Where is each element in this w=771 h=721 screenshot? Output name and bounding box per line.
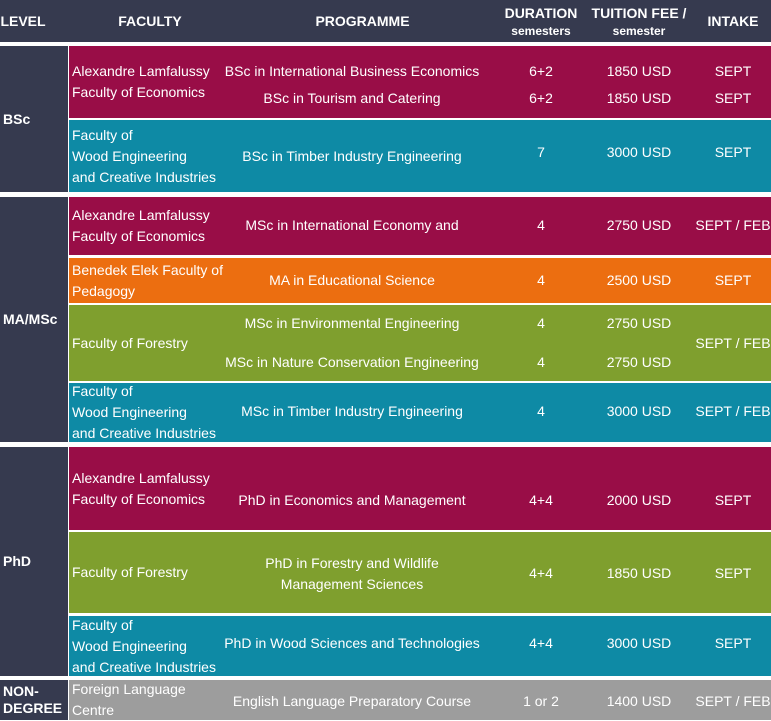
duration-bsc-ibe: 6+2	[529, 63, 553, 79]
duration-phd-em: 4+4	[529, 492, 553, 508]
duration-elpc: 1 or 2	[523, 693, 559, 709]
faculty-economics: Alexandre Lamfalussy Faculty of Economics	[72, 207, 210, 244]
fee-msc-ie: 2750 USD	[606, 217, 672, 233]
intake-phd-wst: SEPT	[714, 635, 752, 651]
header-intake: INTAKE	[707, 12, 759, 29]
intake-msc-tie: SEPT / FEB	[695, 403, 771, 419]
row-non-degree-language: Foreign Language Centre English Language …	[69, 680, 771, 720]
duration-msc-nce: 4	[537, 354, 545, 370]
fee-msc-nce: 2750 USD	[606, 354, 672, 370]
level-ma-msc: MA/MSc	[0, 197, 68, 442]
fee-phd-wst: 3000 USD	[606, 635, 672, 651]
programme-msc-tie: MSc in Timber Industry Engineering	[241, 403, 463, 419]
duration-msc-tie: 4	[537, 403, 545, 419]
level-bsc: BSc	[0, 46, 68, 192]
header-level: LEVEL	[0, 12, 46, 29]
row-bsc-economics: Alexandre Lamfalussy Faculty of Economics…	[69, 46, 771, 118]
header-programme: PROGRAMME	[315, 12, 410, 29]
intake-phd-fw: SEPT	[714, 565, 752, 581]
faculty-wood: Faculty of Wood Engineering and Creative I…	[72, 126, 216, 185]
row-phd-wood: Faculty of Wood Engineering and Creative I…	[69, 616, 771, 676]
intake-bsc-tc: SEPT	[714, 90, 752, 106]
fee-elpc: 1400 USD	[606, 693, 672, 709]
programme-phd-fw: PhD in Forestry and Wildlife Management S…	[265, 555, 439, 592]
level-non-degree: NON- DEGREE	[0, 680, 68, 720]
fee-msc-env: 2750 USD	[606, 315, 672, 331]
fee-phd-fw: 1850 USD	[606, 565, 672, 581]
duration-msc-ie: 4	[537, 217, 545, 233]
row-msc-economics: Alexandre Lamfalussy Faculty of Economics…	[69, 197, 771, 255]
programme-msc-env: MSc in Environmental Engineering	[244, 315, 460, 331]
fee-phd-em: 2000 USD	[606, 492, 672, 508]
fee-ma-es: 2500 USD	[606, 272, 672, 288]
faculty-wood: Faculty of Wood Engineering and Creative I…	[72, 616, 216, 675]
duration-ma-es: 4	[537, 272, 545, 288]
fee-bsc-tc: 1850 USD	[606, 90, 672, 106]
row-phd-economics: Alexandre Lamfalussy Faculty of Economics…	[69, 447, 771, 530]
header-faculty: FACULTY	[118, 12, 182, 29]
faculty-pedagogy: Benedek Elek Faculty of Pedagogy	[72, 261, 223, 299]
programme-msc-nce: MSc in Nature Conservation Engineering	[225, 354, 479, 370]
intake-phd-em: SEPT	[714, 492, 752, 508]
row-msc-wood: Faculty of Wood Engineering and Creative I…	[69, 383, 771, 442]
faculty-forestry: Faculty of Forestry	[72, 334, 188, 351]
faculty-economics: Alexandre Lamfalussy Faculty of Economics	[72, 63, 210, 100]
programme-phd-em: PhD in Economics and Management	[238, 492, 466, 508]
duration-phd-wst: 4+4	[529, 635, 553, 651]
programme-bsc-tc: BSc in Tourism and Catering	[263, 90, 441, 106]
programme-msc-ie: MSc in International Economy and	[245, 217, 459, 233]
level-phd: PhD	[0, 447, 68, 676]
faculty-economics: Alexandre Lamfalussy Faculty of Economics	[72, 469, 210, 507]
programme-phd-wst: PhD in Wood Sciences and Technologies	[224, 635, 480, 651]
duration-phd-fw: 4+4	[529, 565, 553, 581]
intake-bsc-ibe: SEPT	[714, 63, 752, 79]
table-header: LEVEL FACULTY PROGRAMME DURATION semeste…	[0, 0, 771, 42]
duration-bsc-tie: 7	[537, 144, 545, 160]
intake-elpc: SEPT / FEB	[695, 693, 771, 709]
intake-bsc-tie: SEPT	[714, 144, 752, 160]
intake-ma-es: SEPT	[714, 272, 752, 288]
intake-msc-forestry: SEPT / FEB	[695, 335, 771, 351]
row-bsc-wood: Faculty of Wood Engineering and Creative I…	[69, 120, 771, 192]
faculty-language-centre: Foreign Language Centre	[72, 681, 186, 718]
programme-elpc: English Language Preparatory Course	[232, 693, 472, 709]
row-msc-forestry: Faculty of Forestry MSc in Environmental…	[69, 305, 771, 381]
duration-bsc-tc: 6+2	[529, 90, 553, 106]
row-phd-forestry: Faculty of Forestry PhD in Forestry and …	[69, 532, 771, 613]
fee-bsc-ibe: 1850 USD	[606, 63, 672, 79]
faculty-forestry: Faculty of Forestry	[72, 564, 188, 580]
intake-msc-ie: SEPT / FEB	[695, 217, 771, 233]
header-tuition: TUITION FEE / semester	[591, 4, 687, 38]
row-ma-pedagogy: Benedek Elek Faculty of Pedagogy MA in Ed…	[69, 258, 771, 303]
faculty-wood: Faculty of Wood Engineering and Creative I…	[72, 383, 216, 441]
header-duration: DURATION semesters	[504, 4, 578, 38]
fee-bsc-tie: 3000 USD	[606, 144, 672, 160]
programme-bsc-tie: BSc in Timber Industry Engineering	[242, 148, 462, 164]
programme-ma-es: MA in Educational Science	[269, 272, 435, 288]
fee-msc-tie: 3000 USD	[606, 403, 672, 419]
programme-bsc-ibe: BSc in International Business Economics	[224, 63, 480, 79]
duration-msc-env: 4	[537, 315, 545, 331]
